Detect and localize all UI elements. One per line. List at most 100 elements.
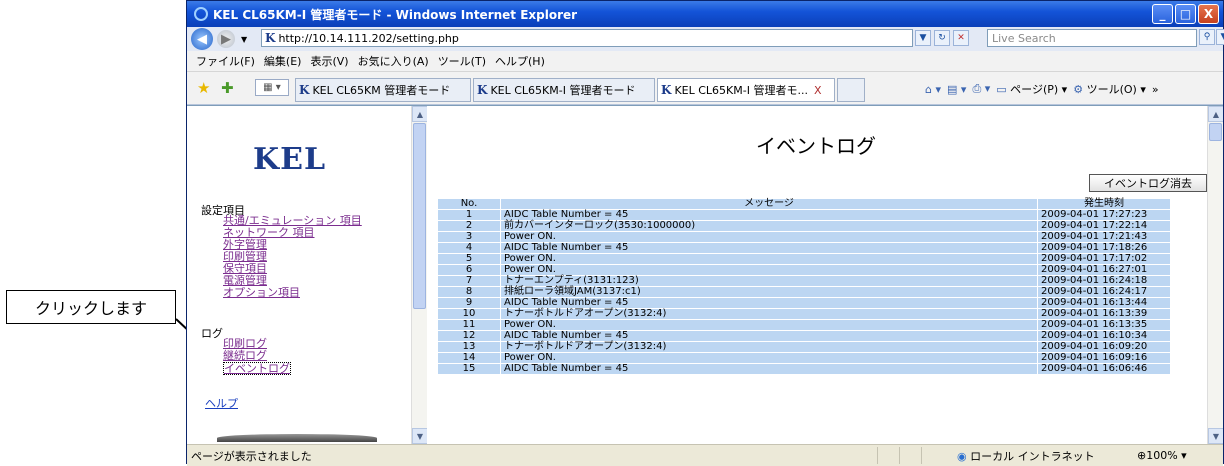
cell-time: 2009-04-01 17:18:26: [1038, 243, 1170, 253]
title-bar: KEL CL65KM-I 管理者モード - Windows Internet E…: [187, 1, 1223, 27]
tab-favicon: K: [299, 83, 310, 97]
browser-window: KEL CL65KM-I 管理者モード - Windows Internet E…: [186, 0, 1224, 466]
zone-indicator[interactable]: ◉ ローカル イントラネット: [957, 448, 1095, 464]
more-commands-icon[interactable]: »: [1152, 83, 1159, 96]
search-options-icon[interactable]: ▼: [1216, 29, 1224, 45]
nav-scrollbar[interactable]: ▲ ▼: [411, 106, 427, 444]
nav-link-print-log[interactable]: 印刷ログ: [223, 338, 267, 349]
scroll-down-icon[interactable]: ▼: [412, 428, 427, 444]
search-input[interactable]: Live Search: [987, 29, 1197, 47]
print-icon[interactable]: ⎙ ▾: [972, 82, 990, 96]
page-menu[interactable]: ▭ ページ(P) ▾: [996, 81, 1067, 97]
cell-no: 8: [438, 287, 500, 297]
tools-menu[interactable]: ⚙ ツール(O) ▾: [1073, 81, 1146, 97]
maximize-button[interactable]: □: [1175, 4, 1196, 24]
nav-link-common[interactable]: 共通/エミュレーション 項目: [223, 215, 362, 226]
new-tab-button[interactable]: [837, 78, 865, 102]
main-scrollbar[interactable]: ▲ ▼: [1207, 106, 1223, 444]
clear-event-log-button[interactable]: イベントログ消去: [1089, 174, 1207, 192]
nav-link-maintenance[interactable]: 保守項目: [223, 263, 267, 274]
cell-no: 14: [438, 353, 500, 363]
feeds-icon[interactable]: ▤ ▾: [947, 83, 966, 96]
url-dropdown-icon[interactable]: ▼: [915, 30, 931, 46]
menu-tools[interactable]: ツール(T): [438, 53, 486, 69]
table-row: 15 AIDC Table Number = 45 2009-04-01 16:06…: [438, 364, 1170, 374]
cell-time: 2009-04-01 17:17:02: [1038, 254, 1170, 264]
nav-link-network[interactable]: ネットワーク 項目: [223, 227, 315, 238]
column-time: 発生時刻: [1038, 199, 1170, 209]
home-icon[interactable]: ⌂ ▾: [925, 83, 941, 96]
url-text[interactable]: http://10.14.111.202/setting.php: [278, 32, 458, 45]
table-row: 12 AIDC Table Number = 45 2009-04-01 16:10…: [438, 331, 1170, 341]
event-log-table: No. メッセージ 発生時刻 1 AIDC Table Number = 45 20…: [437, 198, 1171, 375]
cell-time: 2009-04-01 16:09:16: [1038, 353, 1170, 363]
stop-icon[interactable]: ✕: [953, 30, 969, 46]
scroll-down-icon[interactable]: ▼: [1208, 428, 1223, 444]
table-row: 11 Power ON. 2009-04-01 16:13:35: [438, 320, 1170, 330]
nav-link-print[interactable]: 印刷管理: [223, 251, 267, 262]
nav-link-event-log[interactable]: イベントログ: [223, 362, 291, 375]
menu-file[interactable]: ファイル(F): [196, 53, 255, 69]
tab-2[interactable]: K KEL CL65KM-I 管理者モード: [473, 78, 655, 102]
nav-link-options[interactable]: オプション項目: [223, 287, 300, 298]
zoom-level: 100%: [1146, 449, 1178, 462]
cell-message: 排紙ローラ領域JAM(3137:c1): [501, 287, 1037, 297]
cell-no: 1: [438, 210, 500, 220]
window-title: KEL CL65KM-I 管理者モード - Windows Internet E…: [213, 7, 578, 22]
menu-view[interactable]: 表示(V): [310, 53, 348, 69]
cell-time: 2009-04-01 16:13:44: [1038, 298, 1170, 308]
cell-message: Power ON.: [501, 232, 1037, 242]
favorites-star-icon[interactable]: ★: [197, 79, 210, 97]
history-dropdown-icon[interactable]: ▼: [241, 35, 247, 44]
table-row: 13 トナーボトルドアオープン(3132:4) 2009-04-01 16:09:2…: [438, 342, 1170, 352]
tab-bar: ★ ✚ ▦ ▾ K KEL CL65KM 管理者モード K KEL CL65KM…: [187, 72, 1223, 105]
cell-no: 4: [438, 243, 500, 253]
tab-label: KEL CL65KM-I 管理者モ...: [674, 84, 808, 97]
gear-icon: ⚙: [1073, 83, 1084, 96]
forward-button[interactable]: ▶: [217, 30, 235, 48]
tab-1[interactable]: K KEL CL65KM 管理者モード: [295, 78, 471, 102]
tab-3-active[interactable]: K KEL CL65KM-I 管理者モ... X: [657, 78, 835, 102]
tab-close-icon[interactable]: X: [814, 84, 822, 97]
cell-no: 13: [438, 342, 500, 352]
menu-help[interactable]: ヘルプ(H): [495, 53, 545, 69]
zoom-control[interactable]: ⊕100% ▾: [1137, 449, 1187, 462]
menu-edit[interactable]: 編集(E): [264, 53, 302, 69]
cell-time: 2009-04-01 16:10:34: [1038, 331, 1170, 341]
tab-label: KEL CL65KM-I 管理者モード: [490, 84, 636, 97]
menu-favorites[interactable]: お気に入り(A): [358, 53, 429, 69]
cell-message: Power ON.: [501, 265, 1037, 275]
nav-link-gaiji[interactable]: 外字管理: [223, 239, 267, 250]
nav-frame: KEL 設定項目 共通/エミュレーション 項目 ネットワーク 項目 外字管理 印…: [187, 106, 427, 444]
nav-link-help[interactable]: ヘルプ: [205, 398, 238, 409]
cell-time: 2009-04-01 16:13:35: [1038, 320, 1170, 330]
tab-favicon: K: [661, 83, 672, 97]
main-frame: イベントログ イベントログ消去 No. メッセージ 発生時刻 1 AIDC Tab…: [427, 106, 1223, 444]
table-row: 8 排紙ローラ領域JAM(3137:c1) 2009-04-01 16:24:17: [438, 287, 1170, 297]
scroll-up-icon[interactable]: ▲: [412, 106, 427, 122]
cell-no: 10: [438, 309, 500, 319]
status-divider: [921, 447, 922, 464]
cell-no: 5: [438, 254, 500, 264]
close-button[interactable]: X: [1198, 4, 1219, 24]
add-favorite-icon[interactable]: ✚: [221, 79, 234, 97]
page-title: イベントログ: [756, 134, 876, 158]
scroll-up-icon[interactable]: ▲: [1208, 106, 1223, 122]
refresh-icon[interactable]: ↻: [934, 30, 950, 46]
menu-bar: ファイル(F) 編集(E) 表示(V) お気に入り(A) ツール(T) ヘルプ(…: [187, 51, 1223, 72]
search-icon[interactable]: ⚲: [1199, 29, 1215, 45]
table-row: 3 Power ON. 2009-04-01 17:21:43: [438, 232, 1170, 242]
status-bar: ページが表示されました ◉ ローカル イントラネット ⊕100% ▾: [187, 444, 1223, 466]
cell-time: 2009-04-01 17:22:14: [1038, 221, 1170, 231]
tab-label: KEL CL65KM 管理者モード: [312, 84, 451, 97]
quick-tabs-icon[interactable]: ▦ ▾: [255, 79, 289, 96]
back-button[interactable]: ◀: [191, 28, 213, 50]
scroll-thumb[interactable]: [413, 123, 426, 309]
minimize-button[interactable]: _: [1152, 4, 1173, 24]
nav-link-power[interactable]: 電源管理: [223, 275, 267, 286]
nav-link-continuous-log[interactable]: 継続ログ: [223, 350, 267, 361]
scroll-thumb[interactable]: [1209, 123, 1222, 141]
url-field[interactable]: K http://10.14.111.202/setting.php: [261, 29, 913, 47]
table-row: 14 Power ON. 2009-04-01 16:09:16: [438, 353, 1170, 363]
zone-label: ローカル イントラネット: [970, 449, 1095, 463]
